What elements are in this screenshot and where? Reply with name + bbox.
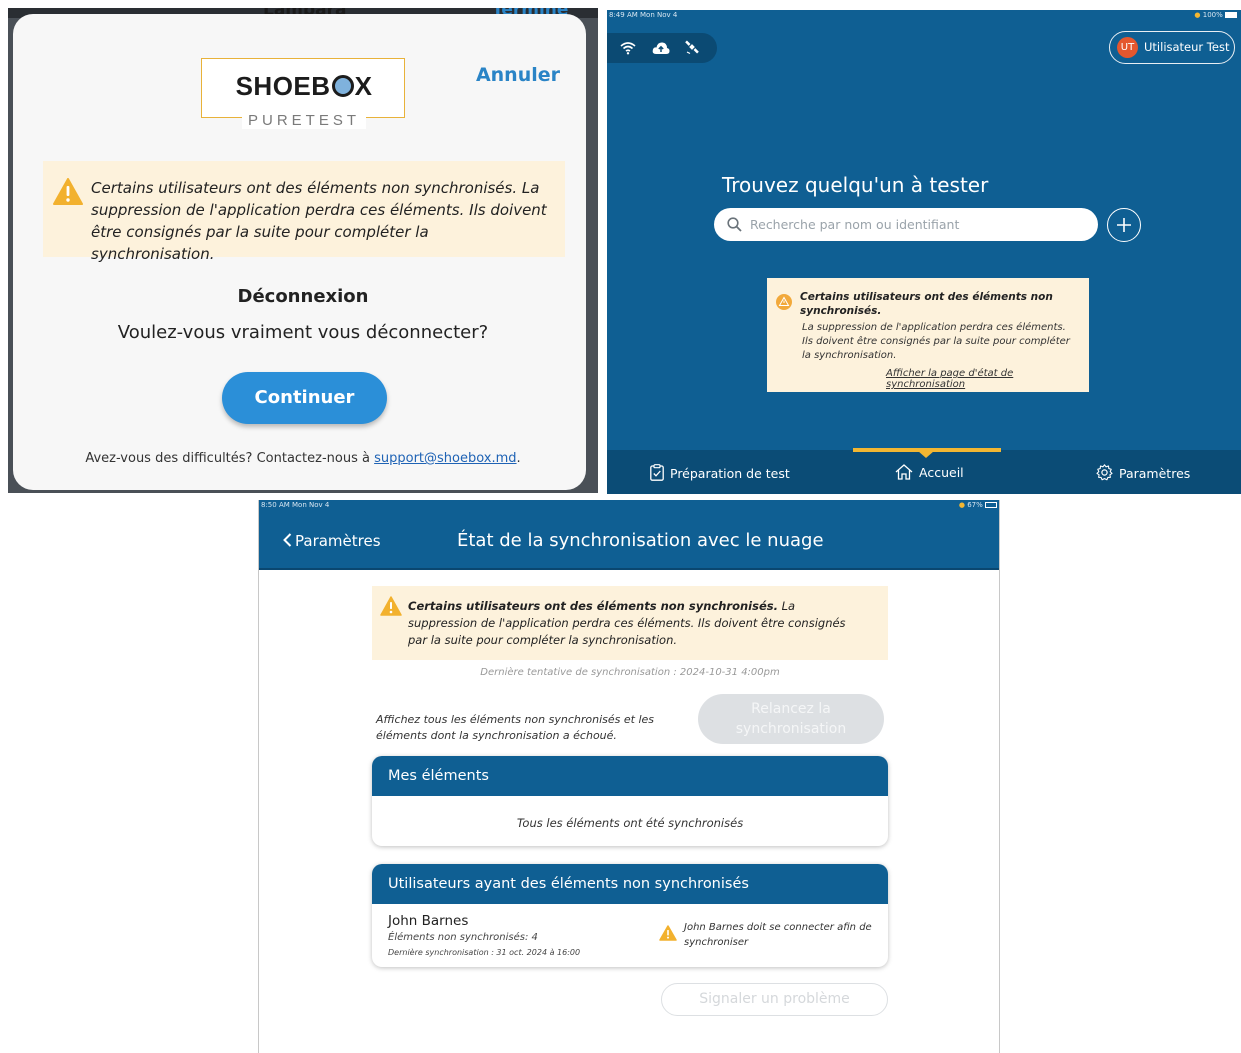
unsynced-count: Éléments non synchronisés: 4 [388, 932, 538, 943]
page-title: Trouvez quelqu'un à tester [722, 173, 989, 197]
tab-label: Paramètres [1119, 466, 1191, 481]
tab-label: Accueil [919, 465, 964, 480]
my-items-empty-message: Tous les éléments ont été synchronisés [516, 816, 744, 830]
back-button[interactable]: Paramètres [283, 532, 381, 550]
warning-title: Certains utilisateurs ont des éléments n… [408, 599, 778, 613]
last-sync-attempt: Dernière tentative de synchronisation : … [480, 667, 780, 678]
unsynced-users-title: Utilisateurs ayant des éléments non sync… [372, 864, 888, 904]
status-battery: ● 100% [1194, 11, 1237, 19]
relaunch-sync-button[interactable]: Relancez la synchronisation [698, 694, 884, 744]
chevron-left-icon [283, 533, 292, 547]
page-title: État de la synchronisation avec le nuage [457, 530, 824, 551]
report-problem-button[interactable]: Signaler un problème [661, 983, 888, 1016]
clipboard-check-icon [650, 464, 664, 481]
user-profile-button[interactable]: UT Utilisateur Test [1109, 31, 1235, 64]
warning-icon [380, 596, 402, 620]
logo-product: PURETEST [202, 112, 406, 129]
warning-title: Certains utilisateurs ont des éléments n… [800, 291, 1053, 317]
my-items-title: Mes éléments [372, 756, 888, 796]
logout-dialog-screenshot: Lampara Terminé SHOEBX PURETEST Annuler … [8, 8, 598, 493]
back-label: Paramètres [295, 532, 381, 550]
plus-icon [1117, 218, 1131, 232]
user-sync-message: John Barnes doit se connecter afin de sy… [684, 922, 872, 948]
status-battery: ● 67% [959, 501, 997, 509]
help-prefix: Avez-vous des difficultés? Contactez-nou… [85, 451, 375, 466]
support-email-link[interactable]: support@shoebox.md [374, 451, 516, 466]
warning-text: Certains utilisateurs ont des éléments n… [408, 598, 858, 649]
connection-status-pill [607, 33, 717, 63]
search-icon [727, 217, 742, 236]
warning-icon [659, 925, 677, 945]
home-screen-screenshot: 8:49 AM Mon Nov 4 ● 100% UT Utilisateur … [607, 10, 1241, 494]
user-name: John Barnes [388, 913, 469, 929]
warning-text: Certains utilisateurs ont des éléments n… [91, 179, 547, 263]
status-time: 8:50 AM Mon Nov 4 [261, 501, 330, 509]
sync-status-link[interactable]: Afficher la page d'état de synchronisati… [886, 368, 1089, 390]
help-text: Avez-vous des difficultés? Contactez-nou… [13, 451, 593, 466]
home-icon [895, 464, 913, 480]
user-name: Utilisateur Test [1144, 40, 1230, 54]
shoebox-logo: SHOEB X PURETEST [201, 58, 405, 129]
sync-status-screenshot: 8:50 AM Mon Nov 4 ● 67% Paramètres État … [258, 500, 1000, 1053]
my-items-card: Mes éléments Tous les éléments ont été s… [372, 756, 888, 846]
avatar: UT [1117, 37, 1138, 58]
tab-settings[interactable]: Paramètres [1096, 464, 1190, 481]
unsynced-users-card: Utilisateurs ayant des éléments non sync… [372, 864, 888, 967]
cancel-button[interactable]: Annuler [476, 64, 560, 86]
tab-test-preparation[interactable]: Préparation de test [650, 464, 790, 481]
help-suffix: . [516, 451, 521, 466]
search-input[interactable]: Recherche par nom ou identifiant [714, 208, 1098, 241]
warning-text: La suppression de l'application perdra c… [802, 322, 1070, 361]
last-sync-date: Dernière synchronisation : 31 oct. 2024 … [388, 948, 581, 957]
header-bar: 8:50 AM Mon Nov 4 ● 67% Paramètres État … [259, 500, 999, 570]
unsynced-warning-banner: Certains utilisateurs ont des éléments n… [43, 161, 565, 263]
show-all-description: Affichez tous les éléments non synchroni… [376, 713, 654, 742]
continue-button[interactable]: Continuer [222, 372, 387, 424]
logout-dialog: SHOEB X PURETEST Annuler Certains utilisa… [13, 14, 586, 490]
gear-icon [1096, 464, 1113, 481]
wifi-icon [620, 40, 636, 59]
tab-home[interactable]: Accueil [895, 464, 964, 480]
dialog-question: Voulez-vous vraiment vous déconnecter? [117, 322, 489, 343]
dialog-title: Déconnexion [237, 286, 369, 307]
tab-label: Préparation de test [670, 466, 790, 481]
unsynced-warning-banner: Certains utilisateurs ont des éléments n… [372, 586, 888, 660]
active-tab-notch [918, 451, 934, 458]
cloud-upload-icon [652, 40, 670, 59]
logo-brand: SHOEB X [235, 71, 373, 101]
warning-icon [776, 294, 792, 314]
status-time: 8:49 AM Mon Nov 4 [609, 11, 678, 19]
satellite-icon [685, 40, 699, 59]
warning-icon [53, 178, 83, 209]
unsynced-warning-banner: Certains utilisateurs ont des éléments n… [767, 278, 1089, 392]
headphones-icon [331, 75, 354, 97]
search-placeholder: Recherche par nom ou identifiant [750, 217, 960, 232]
add-user-button[interactable] [1107, 208, 1141, 242]
